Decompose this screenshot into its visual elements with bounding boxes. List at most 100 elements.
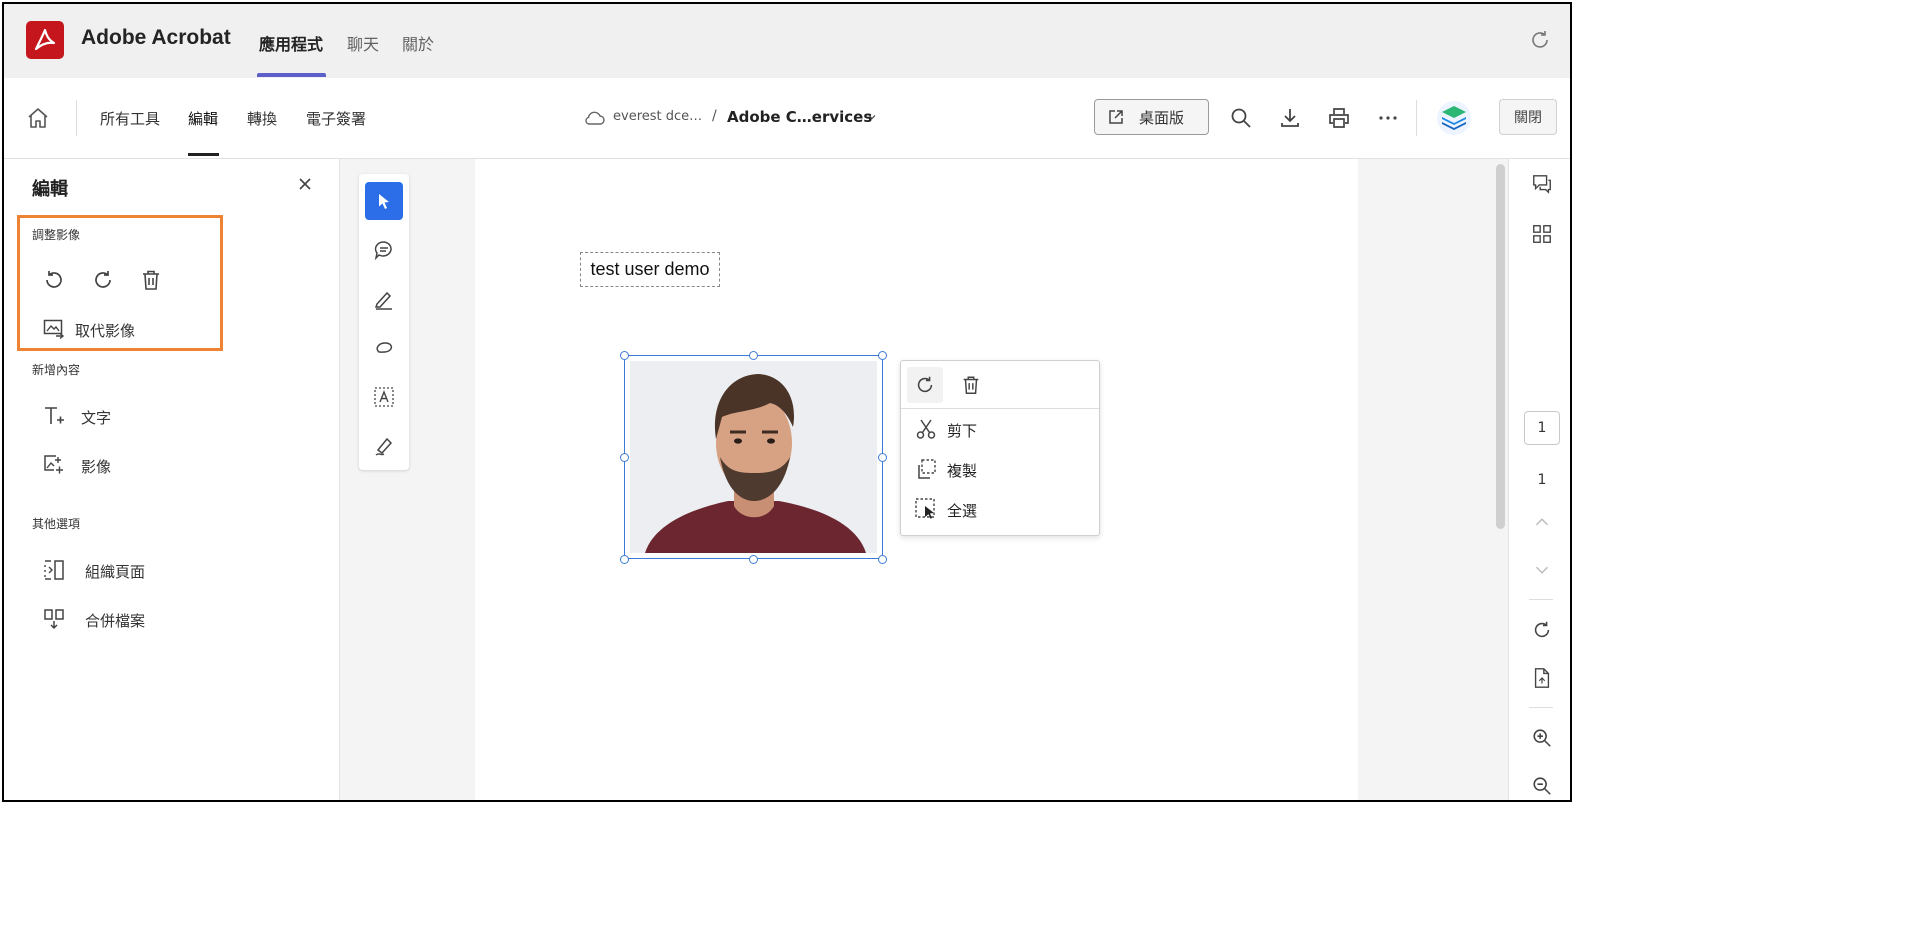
quick-tools-strip bbox=[359, 174, 409, 470]
refresh-icon[interactable] bbox=[1531, 619, 1553, 641]
delete-icon bbox=[963, 376, 979, 394]
lasso-icon bbox=[376, 342, 393, 353]
vertical-scrollbar[interactable] bbox=[1496, 164, 1505, 529]
resize-handle[interactable] bbox=[620, 351, 629, 360]
sign-tool-button[interactable] bbox=[365, 427, 403, 465]
rotate-right-icon bbox=[917, 376, 933, 393]
open-desktop-label: 桌面版 bbox=[1139, 108, 1185, 127]
edit-panel: 編輯 調整影像 取代影像 新增內容 文字 影像 其他選項 組織頁面 合併檔案 bbox=[4, 159, 340, 800]
replace-image-button[interactable]: 取代影像 bbox=[75, 320, 135, 341]
section-adjust-image: 調整影像 bbox=[32, 228, 81, 242]
refresh-icon[interactable] bbox=[1528, 28, 1552, 52]
zoom-in-icon[interactable] bbox=[1531, 727, 1553, 749]
panel-title: 編輯 bbox=[32, 179, 68, 200]
rotate-button[interactable] bbox=[907, 367, 943, 403]
close-button[interactable]: 關閉 bbox=[1499, 99, 1557, 135]
resize-handle[interactable] bbox=[878, 351, 887, 360]
active-nav-indicator bbox=[188, 153, 219, 156]
select-tool-button[interactable] bbox=[365, 182, 403, 220]
chevron-up-icon[interactable] bbox=[1531, 511, 1553, 533]
chevron-down-icon[interactable] bbox=[866, 111, 878, 123]
combine-files-icon[interactable] bbox=[42, 607, 66, 631]
image-selection-frame[interactable] bbox=[624, 355, 883, 559]
chevron-down-icon[interactable] bbox=[1531, 559, 1553, 581]
download-icon[interactable] bbox=[1278, 106, 1302, 130]
nav-convert[interactable]: 轉換 bbox=[247, 108, 277, 129]
cloud-icon bbox=[585, 111, 605, 125]
avatar-layers-icon bbox=[1442, 106, 1466, 130]
resize-handle[interactable] bbox=[620, 555, 629, 564]
nav-edit[interactable]: 編輯 bbox=[188, 108, 218, 129]
toolbar-divider bbox=[76, 100, 77, 136]
current-page-input[interactable]: 1 bbox=[1524, 411, 1560, 445]
add-text-button[interactable]: 文字 bbox=[81, 407, 111, 428]
toolbar-divider bbox=[1416, 100, 1417, 136]
delete-icon[interactable] bbox=[139, 268, 163, 292]
resize-handle[interactable] bbox=[878, 453, 887, 462]
breadcrumb-separator: / bbox=[712, 108, 717, 124]
resize-handle[interactable] bbox=[749, 555, 758, 564]
resize-handle[interactable] bbox=[878, 555, 887, 564]
home-icon[interactable] bbox=[26, 106, 50, 130]
comments-icon[interactable] bbox=[1531, 173, 1553, 195]
canvas-gutter-right bbox=[1358, 159, 1508, 800]
rotate-left-icon[interactable] bbox=[42, 268, 66, 292]
more-options-icon[interactable] bbox=[1376, 106, 1400, 130]
menu-item-copy-label: 複製 bbox=[947, 462, 978, 480]
combine-files-button[interactable]: 合併檔案 bbox=[85, 610, 145, 631]
rail-divider bbox=[1529, 707, 1553, 708]
menu-item-select-all[interactable]: 全選 bbox=[901, 491, 1099, 527]
document-name[interactable]: Adobe C…ervices bbox=[727, 108, 872, 126]
add-text-icon[interactable] bbox=[42, 404, 66, 428]
tab-chat[interactable]: 聊天 bbox=[347, 31, 379, 55]
user-avatar[interactable] bbox=[1437, 101, 1471, 135]
acrobat-logo-icon bbox=[26, 21, 64, 59]
breadcrumb-location[interactable]: everest dce… bbox=[613, 109, 702, 124]
cursor-icon bbox=[379, 194, 389, 209]
menu-item-copy[interactable]: 複製 bbox=[901, 451, 1099, 487]
active-tab-indicator bbox=[257, 73, 326, 77]
text-select-tool-button[interactable] bbox=[365, 378, 403, 416]
comment-tool-button[interactable] bbox=[365, 231, 403, 269]
print-icon[interactable] bbox=[1327, 106, 1351, 130]
nav-esign[interactable]: 電子簽署 bbox=[306, 108, 366, 129]
pen-icon bbox=[374, 291, 392, 310]
lasso-tool-button[interactable] bbox=[365, 329, 403, 367]
highlight-tool-button[interactable] bbox=[365, 280, 403, 318]
thumbnails-icon[interactable] bbox=[1531, 223, 1553, 245]
resize-handle[interactable] bbox=[620, 453, 629, 462]
organize-pages-icon[interactable] bbox=[42, 558, 66, 582]
rail-divider bbox=[1529, 599, 1553, 600]
menu-item-cut[interactable]: 剪下 bbox=[901, 411, 1099, 447]
app-bar: Adobe Acrobat 應用程式 聊天 關於 bbox=[4, 4, 1570, 78]
document-text-box[interactable]: test user demo bbox=[580, 252, 720, 287]
search-icon[interactable] bbox=[1229, 106, 1253, 130]
section-other-options: 其他選項 bbox=[32, 517, 81, 531]
tab-apps[interactable]: 應用程式 bbox=[259, 31, 323, 55]
comment-icon bbox=[374, 241, 392, 261]
nav-all-tools[interactable]: 所有工具 bbox=[100, 108, 160, 129]
app-title: Adobe Acrobat bbox=[81, 26, 231, 49]
resize-handle[interactable] bbox=[749, 351, 758, 360]
close-icon[interactable] bbox=[298, 177, 312, 191]
open-desktop-button[interactable]: 桌面版 bbox=[1094, 99, 1209, 135]
image-context-menu: 剪下 複製 全選 bbox=[900, 360, 1100, 536]
page-settings-icon[interactable] bbox=[1531, 667, 1553, 689]
tab-about[interactable]: 關於 bbox=[402, 31, 434, 55]
external-link-icon bbox=[1109, 110, 1123, 124]
add-image-icon[interactable] bbox=[42, 453, 66, 477]
menu-item-cut-label: 剪下 bbox=[947, 422, 978, 440]
signature-pen-icon bbox=[375, 437, 393, 456]
select-all-icon bbox=[915, 498, 935, 519]
organize-pages-button[interactable]: 組織頁面 bbox=[85, 561, 145, 582]
menu-item-select-all-label: 全選 bbox=[947, 502, 978, 520]
delete-button[interactable] bbox=[953, 367, 989, 403]
text-select-icon bbox=[374, 387, 394, 407]
zoom-out-icon[interactable] bbox=[1531, 775, 1553, 797]
acrobat-toolbar: 所有工具 編輯 轉換 電子簽署 everest dce… / Adobe C…e… bbox=[4, 78, 1570, 159]
replace-image-icon[interactable] bbox=[42, 317, 66, 341]
rotate-right-icon[interactable] bbox=[91, 268, 115, 292]
app-window: Adobe Acrobat 應用程式 聊天 關於 所有工具 編輯 轉換 電子簽署… bbox=[2, 2, 1572, 802]
right-rail: 1 1 bbox=[1508, 159, 1570, 800]
add-image-button[interactable]: 影像 bbox=[81, 456, 111, 477]
